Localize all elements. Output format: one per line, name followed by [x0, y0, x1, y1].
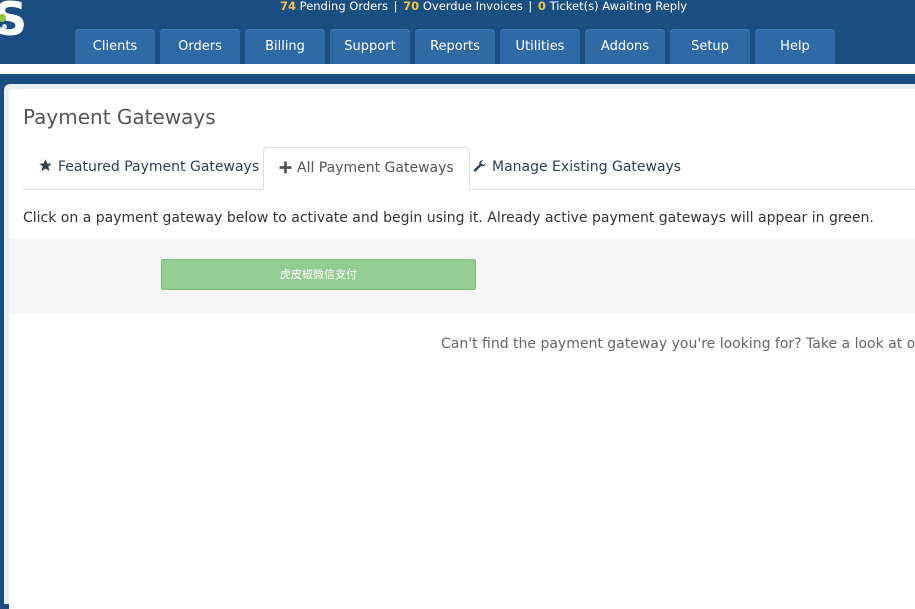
content-panel: Payment Gateways Featured Payment Gatewa… — [9, 89, 915, 609]
nav-addons[interactable]: Addons — [585, 29, 665, 64]
stats-bar: 74 Pending Orders | 70 Overdue Invoices … — [280, 0, 687, 13]
nav-setup[interactable]: Setup — [670, 29, 750, 64]
tickets-count[interactable]: 0 — [538, 0, 546, 13]
tab-label: All Payment Gateways — [297, 160, 454, 176]
nav-billing[interactable]: Billing — [245, 29, 325, 64]
nav-clients[interactable]: Clients — [75, 29, 155, 64]
footer-note-text: Can't find the payment gateway you're lo… — [441, 336, 915, 352]
nav-orders[interactable]: Orders — [160, 29, 240, 64]
tab-all-gateways[interactable]: All Payment Gateways — [263, 147, 470, 190]
panel-frame: Payment Gateways Featured Payment Gatewa… — [4, 84, 915, 609]
tab-featured-gateways[interactable]: Featured Payment Gateways — [23, 147, 274, 188]
overdue-invoices-count[interactable]: 70 — [403, 0, 419, 13]
pending-orders-label[interactable]: Pending Orders — [300, 0, 388, 13]
star-icon — [39, 159, 52, 172]
logo[interactable]: S — [0, 0, 36, 44]
plus-icon — [279, 161, 292, 174]
tab-label: Manage Existing Gateways — [492, 159, 682, 175]
footer-note: Can't find the payment gateway you're lo… — [441, 336, 915, 352]
stats-separator: | — [528, 0, 533, 13]
logo-dot — [2, 24, 7, 29]
nav-help[interactable]: Help — [755, 29, 835, 64]
nav-utilities[interactable]: Utilities — [500, 29, 580, 64]
nav-reports[interactable]: Reports — [415, 29, 495, 64]
tickets-label[interactable]: Ticket(s) Awaiting Reply — [550, 0, 688, 13]
stats-separator: | — [393, 0, 398, 13]
logo-text: S — [0, 0, 28, 46]
header-divider — [0, 64, 915, 74]
tab-manage-gateways[interactable]: Manage Existing Gateways — [458, 147, 696, 188]
intro-text: Click on a payment gateway below to acti… — [23, 210, 874, 226]
pending-orders-count[interactable]: 74 — [280, 0, 296, 13]
tab-label: Featured Payment Gateways — [58, 159, 260, 175]
top-bar: S 74 Pending Orders | 70 Overdue Invoice… — [0, 0, 915, 64]
nav-support[interactable]: Support — [330, 29, 410, 64]
wrench-icon — [473, 160, 486, 172]
gateway-tabs: Featured Payment Gateways All Payment Ga… — [23, 147, 915, 190]
overdue-invoices-label[interactable]: Overdue Invoices — [423, 0, 523, 13]
content-wrapper: Payment Gateways Featured Payment Gatewa… — [0, 74, 915, 609]
gateway-list: 虎皮椒微信支付 — [9, 239, 915, 314]
gateway-button-xunhupay-wechat[interactable]: 虎皮椒微信支付 — [161, 259, 476, 290]
page-title: Payment Gateways — [23, 105, 216, 129]
